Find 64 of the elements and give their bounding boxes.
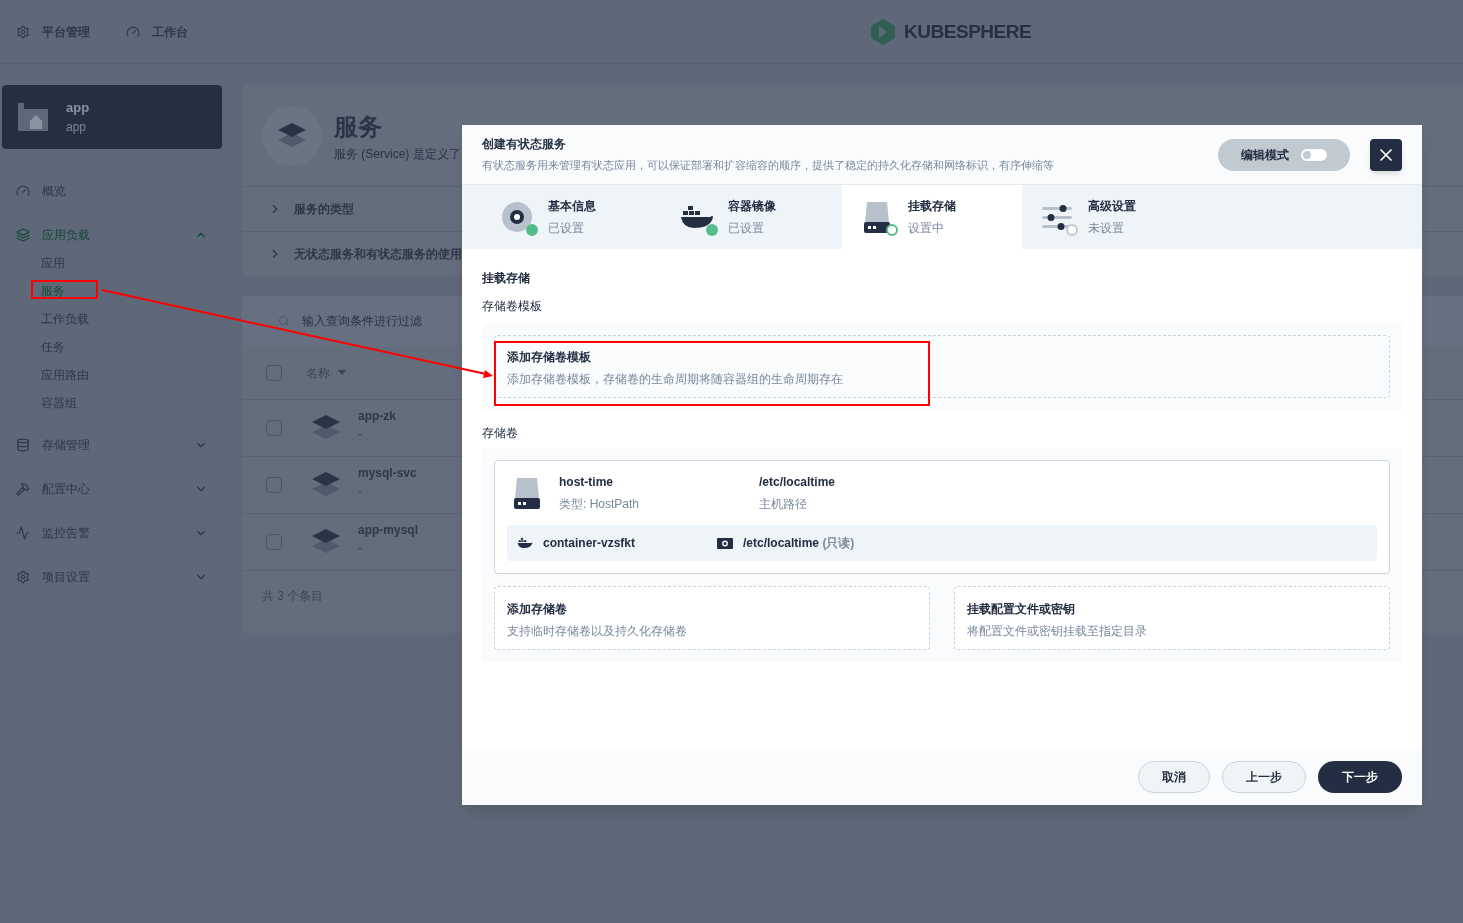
step-tab[interactable]: 挂载存储 设置中	[842, 185, 1022, 249]
whale-icon	[517, 537, 533, 549]
modal-title: 创建有状态服务	[482, 136, 567, 154]
action-card[interactable]: 添加存储卷 支持临时存储卷以及持久化存储卷	[494, 586, 930, 650]
service-description: -	[358, 540, 363, 557]
group-label: 存储卷模板	[482, 298, 543, 315]
drive-icon	[863, 200, 891, 234]
close-button[interactable]	[1370, 138, 1402, 171]
checkbox[interactable]	[266, 477, 282, 493]
drive-icon	[513, 476, 541, 510]
project-icon	[18, 101, 50, 133]
step-status: 已设置	[728, 220, 765, 237]
section-title: 挂载存储	[482, 270, 531, 287]
step-status: 未设置	[1088, 220, 1125, 237]
service-description: -	[358, 483, 363, 500]
host-path-label: 主机路径	[759, 496, 808, 513]
step-status: 设置中	[908, 220, 945, 237]
project-card[interactable]: app app	[2, 85, 222, 149]
step-title: 容器镜像	[728, 198, 776, 215]
project-subtitle: app	[66, 118, 88, 136]
gauge-icon	[126, 24, 140, 39]
footer-button[interactable]: 上一步	[1222, 761, 1306, 793]
search-icon	[278, 315, 290, 327]
project-name: app	[66, 99, 90, 118]
settings-icon	[16, 570, 30, 584]
container-name: container-vzsfkt	[543, 535, 637, 552]
disc-icon	[501, 201, 533, 233]
volume-name: host-time	[559, 474, 614, 491]
service-description: -	[358, 426, 363, 443]
step-tab[interactable]: 基本信息 已设置	[482, 185, 662, 249]
footer-button[interactable]: 下一步	[1318, 761, 1402, 793]
sidebar-item[interactable]: 应用负载	[2, 213, 222, 257]
checkbox[interactable]	[266, 364, 282, 381]
step-title: 基本信息	[548, 198, 596, 215]
logo-icon	[870, 18, 896, 47]
caret-down-icon	[338, 370, 346, 375]
search-field[interactable]: 输入查询条件进行过滤	[302, 312, 422, 330]
step-tab[interactable]: 高级设置 未设置	[1022, 185, 1202, 249]
camera-icon	[717, 537, 733, 549]
host-path: /etc/localtime	[759, 474, 836, 491]
footer-button[interactable]: 取消	[1138, 761, 1210, 793]
step-status: 已设置	[548, 220, 585, 237]
step-tab[interactable]: 容器镜像 已设置	[662, 185, 842, 249]
step-title: 高级设置	[1088, 198, 1136, 215]
settings-icon	[16, 24, 30, 39]
logo-text: KUBESPHERE	[904, 20, 1032, 44]
pulse-icon	[16, 526, 30, 540]
checkbox[interactable]	[266, 534, 282, 550]
mount-path: /etc/localtime (只读)	[743, 535, 855, 552]
checkbox[interactable]	[266, 420, 282, 436]
whale-icon	[680, 204, 714, 230]
group-label: 存储卷	[482, 425, 519, 442]
action-card[interactable]: 挂载配置文件或密钥 将配置文件或密钥挂载至指定目录	[954, 586, 1390, 650]
hammer-icon	[16, 482, 30, 496]
sidebar-subitem[interactable]: 服务	[41, 282, 65, 300]
volume-type: 类型: HostPath	[559, 496, 641, 513]
database-icon	[16, 438, 30, 452]
page-title: 服务	[334, 111, 383, 142]
gauge-icon	[16, 184, 30, 198]
step-title: 挂载存储	[908, 198, 956, 215]
layers-icon	[16, 228, 30, 242]
modal-description: 有状态服务用来管理有状态应用，可以保证部署和扩容缩容的顺序，提供了稳定的持久化存储和网络标识，有序伸缩等	[482, 158, 1055, 174]
edit-mode-toggle[interactable]: 编辑模式	[1218, 138, 1350, 171]
highlight-overlay	[31, 280, 98, 299]
